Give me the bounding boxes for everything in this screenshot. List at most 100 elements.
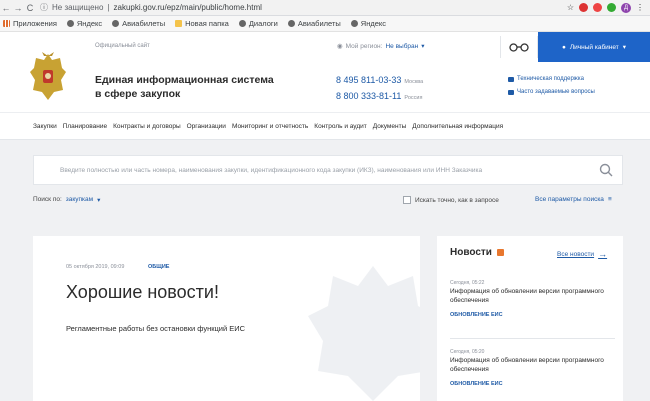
region-label: Мой регион:	[345, 42, 383, 50]
chevron-down-icon: ▾	[421, 43, 425, 50]
all-news-label: Все новости	[557, 250, 595, 258]
extension-icon[interactable]	[579, 3, 588, 12]
menu-item-monitoring[interactable]: Мониторинг и отчетность	[232, 123, 308, 130]
globe-icon	[66, 20, 74, 27]
menu-item-planning[interactable]: Планирование	[63, 123, 107, 130]
system-title-line: в сфере закупок	[95, 88, 181, 100]
back-button[interactable]: ←	[0, 3, 12, 13]
bookmark-item[interactable]: Приложения	[3, 19, 57, 28]
chat-icon	[508, 89, 514, 95]
exact-search-label: Искать точно, как в запросе	[415, 196, 499, 204]
main-menu: Закупки Планирование Контракты и договор…	[0, 112, 650, 140]
apps-grid-icon	[3, 20, 10, 27]
bookmarks-bar: Приложения Яндекс Авиабилеты Новая папка…	[0, 16, 650, 32]
region-selector[interactable]: ◉ Мой регион: Не выбран ▾	[337, 42, 425, 51]
filter-lines-icon: ≡	[607, 196, 612, 203]
rss-icon[interactable]	[496, 249, 504, 256]
security-label: Не защищено	[52, 3, 104, 12]
news-heading: Новости	[450, 247, 504, 258]
extension-icon[interactable]	[607, 3, 616, 12]
news-summary: Регламентные работы без остановки функци…	[66, 324, 246, 333]
news-item-tag[interactable]: ОБНОВЛЕНИЕ ЕИС	[450, 312, 615, 318]
divider	[450, 338, 615, 339]
site-header: Официальный сайт ◉ Мой регион: Не выбран…	[0, 32, 650, 112]
globe-icon	[112, 20, 120, 27]
monitor-icon	[508, 76, 514, 82]
menu-item-control[interactable]: Контроль и аудит	[314, 123, 366, 130]
news-item-date: Сегодня, 05:22	[450, 280, 485, 286]
official-site-label: Официальный сайт	[95, 43, 150, 49]
eagle-watermark-icon	[308, 266, 420, 401]
profile-avatar[interactable]: Д	[621, 2, 631, 13]
search-by-value[interactable]: закупкам	[66, 196, 93, 204]
news-item-text[interactable]: Информация об обновлении версии программ…	[450, 288, 615, 305]
news-panel-title: Новости	[450, 247, 492, 258]
phone-number: 8 495 811-03-33	[336, 75, 402, 85]
phone-label: Москва	[404, 79, 424, 85]
system-title[interactable]: Единая информационная система в сфере за…	[95, 73, 274, 101]
news-title[interactable]: Хорошие новости!	[66, 282, 219, 303]
region-value[interactable]: Не выбран	[385, 43, 418, 50]
menu-item-additional[interactable]: Дополнительная информация	[412, 123, 503, 130]
coat-of-arms-logo	[30, 52, 66, 100]
support-link[interactable]: Техническая поддержка	[508, 76, 584, 82]
news-item-text[interactable]: Информация об обновлении версии программ…	[450, 357, 615, 374]
search-by-selector[interactable]: Поиск по: закупкам ▾	[33, 196, 100, 204]
bookmark-item[interactable]: Яндекс	[350, 19, 386, 28]
bookmark-item[interactable]: Диалоги	[238, 19, 278, 28]
reload-button[interactable]: C	[24, 3, 36, 13]
menu-item-organizations[interactable]: Организации	[187, 123, 226, 130]
exact-search-option[interactable]: Искать точно, как в запросе	[403, 196, 499, 204]
chevron-down-icon: ▾	[622, 44, 627, 51]
extension-icon[interactable]	[593, 3, 602, 12]
bookmark-item[interactable]: Авиабилеты	[112, 19, 165, 28]
faq-link[interactable]: Часто задаваемые вопросы	[508, 89, 595, 95]
news-item-date: Сегодня, 05:20	[450, 349, 485, 355]
system-title-line: Единая информационная система	[95, 74, 274, 86]
address-bar[interactable]: ⓘ Не защищено | zakupki.gov.ru/epz/main/…	[40, 2, 262, 13]
bookmark-item[interactable]: Новая папка	[175, 19, 229, 28]
star-icon[interactable]: ☆	[567, 3, 574, 12]
accessibility-glasses-button[interactable]	[500, 36, 538, 58]
bookmark-item[interactable]: Яндекс	[66, 19, 102, 28]
faq-label: Часто задаваемые вопросы	[517, 89, 595, 95]
phone-label: Россия	[404, 95, 423, 101]
url-separator: |	[107, 3, 110, 12]
browser-toolbar: ← → C ⓘ Не защищено | zakupki.gov.ru/epz…	[0, 0, 650, 16]
support-label: Техническая поддержка	[517, 76, 584, 82]
exact-search-checkbox[interactable]	[403, 196, 411, 204]
menu-item-contracts[interactable]: Контракты и договоры	[113, 123, 181, 130]
chevron-down-icon: ▾	[97, 197, 101, 204]
search-icon[interactable]	[599, 163, 613, 177]
menu-item-documents[interactable]: Документы	[373, 123, 407, 130]
cabinet-label: Личный кабинет	[569, 43, 619, 51]
search-placeholder: Введите полностью или часть номера, наим…	[60, 166, 483, 174]
all-params-label: Все параметры поиска	[535, 196, 604, 203]
location-pin-icon: ◉	[337, 43, 343, 50]
menu-dots-icon[interactable]: ⋮	[636, 3, 644, 12]
forward-button[interactable]: →	[12, 3, 24, 13]
phone-moscow[interactable]: 8 495 811-03-33 Москва	[336, 75, 423, 85]
menu-item-purchases[interactable]: Закупки	[33, 123, 57, 130]
search-input[interactable]: Введите полностью или часть номера, наим…	[33, 155, 623, 185]
all-news-link[interactable]: Все новости →	[557, 249, 607, 259]
featured-news-card[interactable]: 05 октября 2019, 09:09 ОБЩИЕ Хорошие нов…	[33, 236, 420, 401]
folder-icon	[175, 20, 183, 27]
news-list-item[interactable]: Сегодня, 05:22 Информация об обновлении …	[450, 280, 615, 318]
info-icon[interactable]: ⓘ	[40, 2, 48, 13]
search-by-label: Поиск по:	[33, 196, 62, 203]
all-search-params-link[interactable]: Все параметры поиска ≡	[535, 196, 612, 203]
user-icon: ●	[561, 43, 566, 51]
news-item-tag[interactable]: ОБНОВЛЕНИЕ ЕИС	[450, 381, 615, 387]
globe-icon	[350, 20, 358, 27]
news-list-item[interactable]: Сегодня, 05:20 Информация об обновлении …	[450, 349, 615, 387]
news-date: 05 октября 2019, 09:09	[66, 264, 125, 270]
arrow-right-icon: →	[598, 249, 608, 259]
personal-cabinet-button[interactable]: ● Личный кабинет ▾	[538, 32, 650, 62]
phone-number: 8 800 333-81-11	[336, 91, 402, 101]
url-text[interactable]: zakupki.gov.ru/epz/main/public/home.html	[114, 3, 262, 12]
bookmark-item[interactable]: Авиабилеты	[287, 19, 341, 28]
news-panel: Новости Все новости → Сегодня, 05:22 Инф…	[437, 236, 623, 401]
news-category-tag[interactable]: ОБЩИЕ	[148, 264, 169, 270]
phone-russia[interactable]: 8 800 333-81-11 Россия	[336, 91, 422, 101]
